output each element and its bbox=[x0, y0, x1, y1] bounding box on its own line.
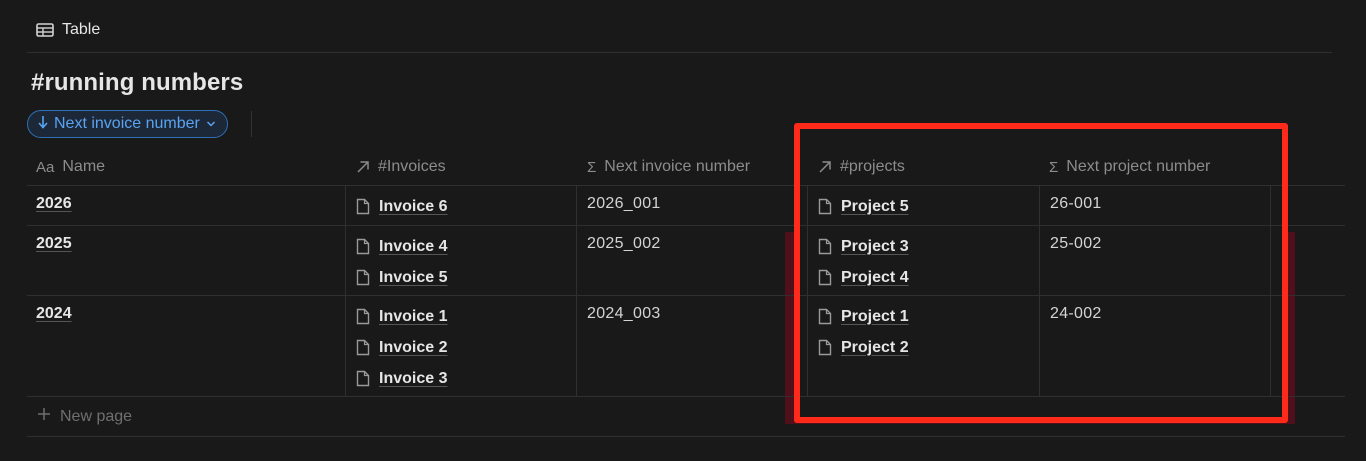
filter-divider bbox=[251, 111, 252, 137]
cell-name[interactable]: 2025 bbox=[27, 226, 345, 295]
relation-item[interactable]: Invoice 6 bbox=[356, 196, 447, 217]
row-name[interactable]: 2025 bbox=[36, 235, 72, 253]
sort-chip-label: Next invoice number bbox=[54, 115, 200, 132]
sort-chip[interactable]: Next invoice number bbox=[27, 110, 228, 138]
cell-invoices[interactable]: Invoice 1 Invoice 2 Invoice 3 bbox=[345, 296, 577, 396]
cell-invoices[interactable]: Invoice 6 bbox=[345, 186, 577, 225]
relation-arrow-icon bbox=[356, 160, 370, 174]
formula-sigma-icon: Σ bbox=[587, 158, 597, 176]
highlight-annotation-box bbox=[794, 123, 1288, 423]
relation-item[interactable]: Invoice 1 bbox=[356, 306, 447, 327]
column-header-name[interactable]: Aa Name bbox=[27, 148, 345, 186]
row-name[interactable]: 2026 bbox=[36, 195, 72, 213]
column-header-label: Name bbox=[62, 158, 106, 175]
cell-invoices[interactable]: Invoice 4 Invoice 5 bbox=[345, 226, 577, 295]
page-icon bbox=[356, 269, 370, 286]
new-page-label: New page bbox=[60, 407, 133, 425]
column-header-label: #Invoices bbox=[378, 158, 446, 175]
relation-item[interactable]: Invoice 2 bbox=[356, 337, 447, 358]
row-name[interactable]: 2024 bbox=[36, 305, 72, 323]
column-header-label: Next invoice number bbox=[604, 158, 751, 175]
cell-name[interactable]: 2024 bbox=[27, 296, 345, 396]
relation-item[interactable]: Invoice 5 bbox=[356, 267, 447, 288]
page-icon bbox=[356, 198, 370, 215]
chevron-down-icon bbox=[206, 115, 216, 133]
page-icon bbox=[356, 238, 370, 255]
database-title[interactable]: #running numbers bbox=[31, 69, 243, 97]
column-header-next-invoice-number[interactable]: Σ Next invoice number bbox=[577, 148, 808, 186]
plus-icon bbox=[37, 407, 51, 426]
relation-item[interactable]: Invoice 3 bbox=[356, 368, 447, 389]
view-tab-label: Table bbox=[62, 21, 101, 38]
cell-next-invoice[interactable]: 2025_002 bbox=[576, 226, 808, 295]
page-icon bbox=[356, 370, 370, 387]
page-icon bbox=[356, 339, 370, 356]
page-icon bbox=[356, 308, 370, 325]
cell-next-invoice[interactable]: 2024_003 bbox=[576, 296, 808, 396]
view-divider bbox=[27, 52, 1332, 53]
cell-next-invoice[interactable]: 2026_001 bbox=[576, 186, 808, 225]
column-header-invoices[interactable]: #Invoices bbox=[346, 148, 577, 186]
relation-item[interactable]: Invoice 4 bbox=[356, 236, 447, 257]
arrow-down-icon bbox=[38, 115, 48, 134]
cell-name[interactable]: 2026 bbox=[27, 186, 345, 225]
text-property-icon: Aa bbox=[36, 158, 55, 176]
table-icon bbox=[36, 23, 54, 37]
view-tab-table[interactable]: Table bbox=[36, 19, 100, 41]
